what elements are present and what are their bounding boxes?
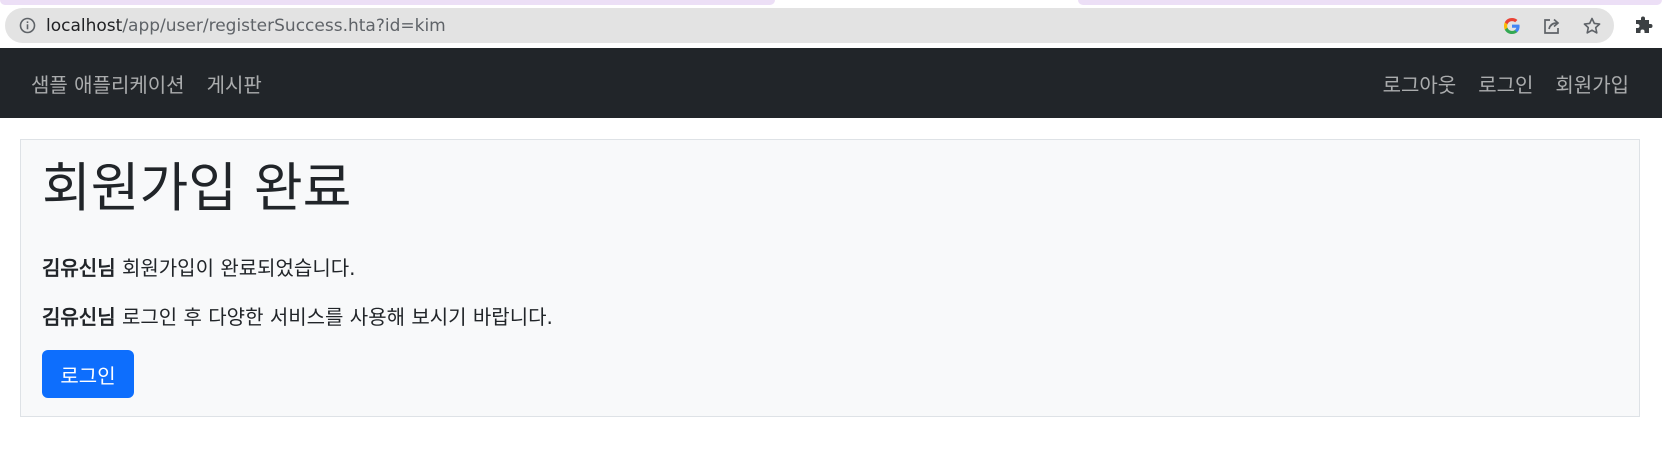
guide-message-text: 로그인 후 다양한 서비스를 사용해 보시기 바랍니다. [115, 305, 553, 329]
login-button[interactable]: 로그인 [42, 350, 134, 398]
page-title: 회원가입 완료 [42, 158, 352, 219]
register-success-panel: 회원가입 완료 김유신님 회원가입이 완료되었습니다. 김유신님 로그인 후 다… [20, 139, 1640, 417]
nav-link-login[interactable]: 로그인 [1467, 69, 1544, 98]
star-icon[interactable] [1580, 14, 1604, 38]
success-message: 김유신님 회원가입이 완료되었습니다. [42, 252, 355, 281]
user-name: 김유신님 [42, 256, 116, 280]
extensions-icon[interactable] [1632, 14, 1656, 38]
browser-chrome: localhost/app/user/registerSuccess.hta?i… [0, 0, 1662, 48]
nav-link-logout[interactable]: 로그아웃 [1372, 69, 1468, 98]
success-message-text: 회원가입이 완료되었습니다. [115, 256, 356, 280]
top-navbar: 샘플 애플리케이션 게시판 로그아웃 로그인 회원가입 [0, 48, 1662, 118]
nav-brand[interactable]: 샘플 애플리케이션 [20, 69, 196, 98]
user-name: 김유신님 [42, 305, 116, 329]
address-bar-actions [1484, 8, 1604, 43]
tab-strip [1078, 0, 1662, 5]
info-icon[interactable] [19, 17, 36, 34]
url-path: /app/user/registerSuccess.hta?id=kim [122, 15, 446, 36]
url-host: localhost [46, 15, 123, 36]
tab-strip [0, 0, 775, 5]
nav-link-register[interactable]: 회원가입 [1544, 69, 1640, 98]
nav-link-board[interactable]: 게시판 [196, 69, 273, 98]
share-icon[interactable] [1540, 14, 1564, 38]
guide-message: 김유신님 로그인 후 다양한 서비스를 사용해 보시기 바랍니다. [42, 301, 553, 330]
address-bar[interactable]: localhost/app/user/registerSuccess.hta?i… [5, 8, 1614, 43]
nav-right: 로그아웃 로그인 회원가입 [1372, 69, 1640, 98]
google-icon[interactable] [1500, 14, 1524, 38]
url-text[interactable]: localhost/app/user/registerSuccess.hta?i… [46, 16, 446, 36]
nav-left: 샘플 애플리케이션 게시판 [20, 69, 273, 98]
